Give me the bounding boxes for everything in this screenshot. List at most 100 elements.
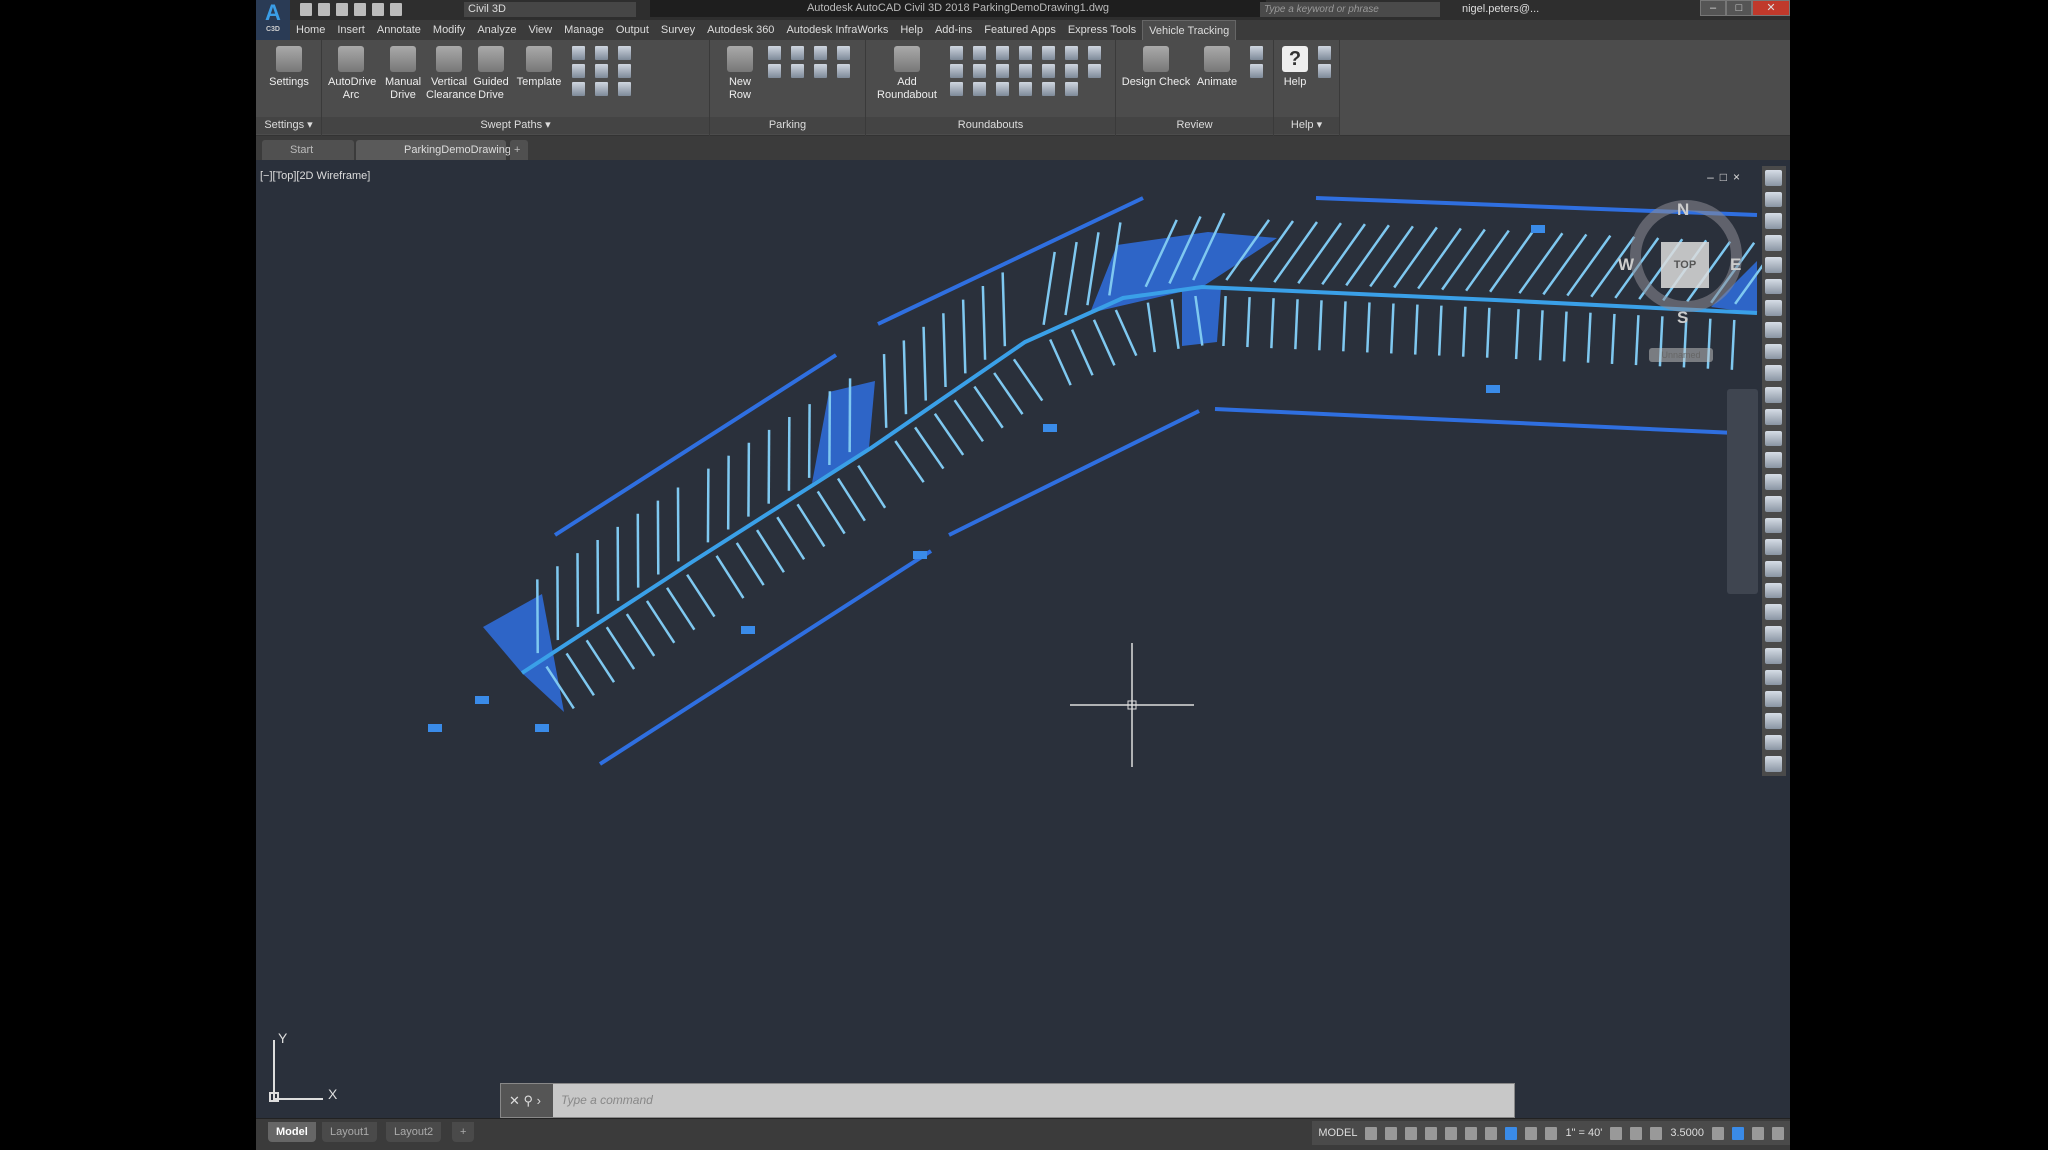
compass-east[interactable]: E bbox=[1730, 255, 1741, 275]
command-line[interactable]: ✕ ⚲ › Type a command bbox=[500, 1083, 1515, 1118]
tab-parkingdemodrawing1[interactable]: ParkingDemoDrawing1* × bbox=[356, 140, 521, 176]
parking-tool-icon[interactable] bbox=[791, 64, 804, 78]
roundabout-tool-icon[interactable] bbox=[1065, 46, 1078, 60]
print-icon[interactable] bbox=[354, 3, 366, 16]
help-search-input[interactable]: Type a keyword or phrase bbox=[1260, 2, 1440, 17]
drawing-viewport[interactable]: [−][Top][2D Wireframe] –□× TOP N S E W U… bbox=[256, 160, 1790, 1118]
tool-palette-icon[interactable] bbox=[1765, 756, 1782, 773]
tab-annotate[interactable]: Annotate bbox=[371, 20, 427, 40]
roundabout-tool-icon[interactable] bbox=[950, 64, 963, 78]
tab-layout2[interactable]: Layout2 bbox=[386, 1122, 442, 1142]
navigation-bar[interactable] bbox=[1727, 389, 1758, 594]
minimize-button[interactable]: – bbox=[1700, 0, 1726, 16]
help-panel-label[interactable]: Help ▾ bbox=[1274, 117, 1339, 134]
tool-palette-icon[interactable] bbox=[1765, 213, 1782, 230]
roundabout-tool-icon[interactable] bbox=[973, 64, 986, 78]
open-icon[interactable] bbox=[318, 3, 330, 16]
tab-home[interactable]: Home bbox=[290, 20, 331, 40]
guided-drive-button[interactable]: Guided Drive bbox=[468, 46, 514, 102]
ortho-icon[interactable] bbox=[1405, 1126, 1418, 1140]
parking-tool-icon[interactable] bbox=[814, 64, 827, 78]
model-space-toggle[interactable]: MODEL bbox=[1318, 1127, 1357, 1139]
new-row-button[interactable]: New Row bbox=[720, 46, 760, 102]
wcs-menu[interactable]: Unnamed bbox=[1649, 348, 1713, 362]
swept-path-tool-icon[interactable] bbox=[618, 64, 631, 78]
snap-icon[interactable] bbox=[1385, 1126, 1398, 1140]
new-tab-button[interactable]: + bbox=[510, 140, 528, 160]
settings-button[interactable]: Settings bbox=[266, 46, 312, 89]
tool-palette-icon[interactable] bbox=[1765, 408, 1782, 425]
roundabout-tool-icon[interactable] bbox=[950, 46, 963, 60]
tool-palette-icon[interactable] bbox=[1765, 343, 1782, 360]
tab-output[interactable]: Output bbox=[610, 20, 655, 40]
animate-button[interactable]: Animate bbox=[1194, 46, 1240, 89]
tool-palette-icon[interactable] bbox=[1765, 365, 1782, 382]
new-layout-button[interactable]: + bbox=[452, 1122, 475, 1142]
tab-survey[interactable]: Survey bbox=[655, 20, 701, 40]
precision-value[interactable]: 3.5000 bbox=[1670, 1127, 1704, 1139]
auto-scale-icon[interactable] bbox=[1525, 1126, 1538, 1140]
annotation-scale-icon[interactable] bbox=[1545, 1126, 1558, 1140]
redo-icon[interactable] bbox=[390, 3, 402, 16]
tool-palette-icon[interactable] bbox=[1765, 300, 1782, 317]
parking-tool-icon[interactable] bbox=[837, 64, 850, 78]
tab-express-tools[interactable]: Express Tools bbox=[1062, 20, 1142, 40]
undo-icon[interactable] bbox=[372, 3, 384, 16]
roundabout-tool-icon[interactable] bbox=[1042, 64, 1055, 78]
tab-start[interactable]: Start bbox=[262, 140, 354, 160]
tool-palette-icon[interactable] bbox=[1765, 278, 1782, 295]
dynamic-ucs-icon[interactable] bbox=[1485, 1126, 1498, 1140]
roundabout-tool-icon[interactable] bbox=[973, 46, 986, 60]
workspace-dropdown[interactable]: Civil 3D bbox=[464, 2, 636, 17]
application-menu-button[interactable]: A C3D bbox=[256, 0, 290, 40]
tool-palette-icon[interactable] bbox=[1765, 604, 1782, 621]
tab-manage[interactable]: Manage bbox=[558, 20, 610, 40]
autodrive-arc-button[interactable]: AutoDrive Arc bbox=[328, 46, 376, 102]
roundabout-tool-icon[interactable] bbox=[1019, 82, 1032, 96]
compass-west[interactable]: W bbox=[1618, 255, 1634, 275]
tool-palette-icon[interactable] bbox=[1765, 669, 1782, 686]
swept-path-tool-icon[interactable] bbox=[595, 64, 608, 78]
review-tool-icon[interactable] bbox=[1250, 46, 1263, 60]
polar-icon[interactable] bbox=[1425, 1126, 1438, 1140]
tab-layout1[interactable]: Layout1 bbox=[322, 1122, 378, 1142]
tab-vehicle-tracking[interactable]: Vehicle Tracking bbox=[1142, 19, 1237, 41]
tool-palette-icon[interactable] bbox=[1765, 430, 1782, 447]
tool-palette-icon[interactable] bbox=[1765, 582, 1782, 599]
tool-palette-icon[interactable] bbox=[1765, 387, 1782, 403]
tool-palette-icon[interactable] bbox=[1765, 322, 1782, 338]
grid-icon[interactable] bbox=[1365, 1126, 1378, 1140]
info-icon[interactable] bbox=[1318, 64, 1331, 78]
plus-icon[interactable] bbox=[1630, 1126, 1643, 1140]
tool-palette-icon[interactable] bbox=[1765, 734, 1782, 751]
roundabout-tool-icon[interactable] bbox=[973, 82, 986, 96]
swept-path-tool-icon[interactable] bbox=[618, 82, 631, 96]
vertical-clearance-button[interactable]: Vertical Clearance bbox=[426, 46, 476, 102]
maximize-button[interactable]: □ bbox=[1726, 0, 1752, 16]
parking-tool-icon[interactable] bbox=[837, 46, 850, 60]
drawing-canvas[interactable] bbox=[256, 160, 1790, 1118]
roundabout-tool-icon[interactable] bbox=[1065, 82, 1078, 96]
customization-menu-icon[interactable] bbox=[1772, 1126, 1784, 1140]
viewport-window-controls[interactable]: –□× bbox=[1707, 170, 1746, 184]
roundabout-tool-icon[interactable] bbox=[996, 64, 1009, 78]
viewport-controls-label[interactable]: [−][Top][2D Wireframe] bbox=[260, 170, 370, 182]
tab-featured-apps[interactable]: Featured Apps bbox=[978, 20, 1062, 40]
units-icon[interactable] bbox=[1650, 1126, 1663, 1140]
parking-tool-icon[interactable] bbox=[791, 46, 804, 60]
isodraft-icon[interactable] bbox=[1445, 1126, 1458, 1140]
save-icon[interactable] bbox=[336, 3, 348, 16]
user-account[interactable]: nigel.peters@... bbox=[1462, 3, 1539, 15]
compass-south[interactable]: S bbox=[1677, 308, 1688, 328]
tab-model[interactable]: Model bbox=[268, 1122, 316, 1142]
help-button[interactable]: ? Help bbox=[1278, 46, 1312, 89]
roundabout-tool-icon[interactable] bbox=[1019, 64, 1032, 78]
tool-palette-icon[interactable] bbox=[1765, 256, 1782, 273]
tool-palette-icon[interactable] bbox=[1765, 560, 1782, 577]
roundabout-tool-icon[interactable] bbox=[1088, 46, 1101, 60]
tab-insert[interactable]: Insert bbox=[331, 20, 371, 40]
tab-view[interactable]: View bbox=[522, 20, 558, 40]
roundabout-tool-icon[interactable] bbox=[1042, 82, 1055, 96]
swept-path-tool-icon[interactable] bbox=[595, 46, 608, 60]
tab-add-ins[interactable]: Add-ins bbox=[929, 20, 978, 40]
